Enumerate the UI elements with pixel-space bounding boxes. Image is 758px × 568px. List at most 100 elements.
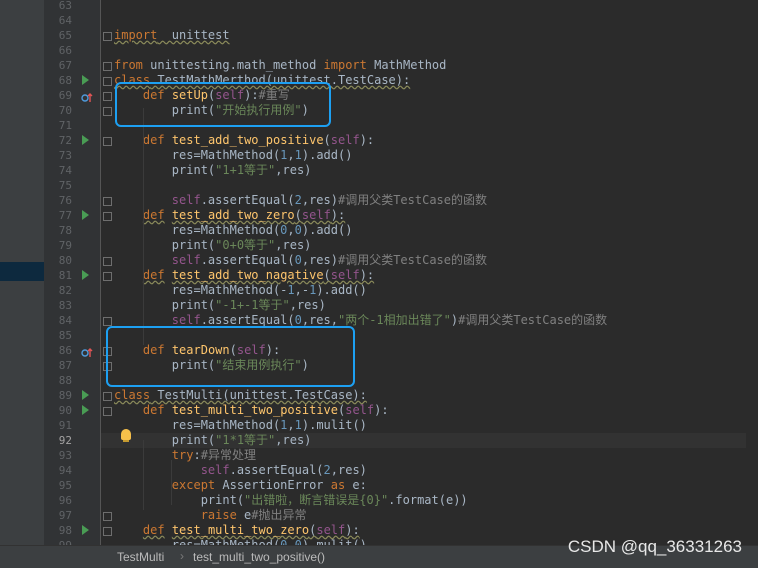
fold-marker-icon[interactable] xyxy=(103,107,112,116)
code-token: try xyxy=(171,448,194,462)
code-token: 0 xyxy=(294,223,302,237)
code-line[interactable]: self.assertEqual(2,res)#调用父类TestCase的函数 xyxy=(114,193,487,208)
code-line[interactable]: import unittest xyxy=(114,28,230,43)
fold-marker-icon[interactable] xyxy=(103,92,112,101)
indent-guide xyxy=(171,460,172,505)
override-method-icon[interactable] xyxy=(81,344,93,357)
run-test-icon[interactable] xyxy=(82,525,89,535)
fold-marker-icon[interactable] xyxy=(103,407,112,416)
code-token: res=MathMethod( xyxy=(114,418,281,432)
code-line[interactable]: def test_add_two_nagative(self): xyxy=(114,268,374,283)
code-token: self xyxy=(171,253,201,267)
fold-marker-icon[interactable] xyxy=(103,62,112,71)
code-token: .assertEqual( xyxy=(200,193,295,207)
code-token: test_add_two_zero xyxy=(171,208,295,222)
fold-marker-icon[interactable] xyxy=(103,512,112,521)
vertical-scrollbar[interactable] xyxy=(746,0,758,545)
code-line[interactable]: except AssertionError as e: xyxy=(114,478,367,493)
line-number: 68 xyxy=(58,74,72,87)
code-line[interactable]: res=MathMethod(-1,-1).add() xyxy=(114,283,367,298)
code-token: : xyxy=(193,448,201,462)
code-token: .assertEqual( xyxy=(200,313,295,327)
lightbulb-icon[interactable] xyxy=(121,429,131,442)
code-token: 1 xyxy=(294,418,302,432)
code-token: TestMulti(unittest.TestCase): xyxy=(150,388,367,402)
breadcrumb-method[interactable]: test_multi_two_positive() xyxy=(193,550,325,564)
code-token: except xyxy=(171,478,216,492)
fold-marker-icon[interactable] xyxy=(103,212,112,221)
code-line[interactable]: self.assertEqual(2,res) xyxy=(114,463,367,478)
line-number: 66 xyxy=(58,44,72,57)
code-line[interactable]: print("出错啦，断言错误是{0}".format(e)) xyxy=(114,493,468,508)
fold-marker-icon[interactable] xyxy=(103,317,112,326)
code-line[interactable]: def test_add_two_zero(self): xyxy=(114,208,345,223)
code-token: self xyxy=(345,403,375,417)
code-token: print( xyxy=(114,238,216,252)
code-token: ): xyxy=(374,403,389,417)
fold-marker-icon[interactable] xyxy=(103,527,112,536)
code-line[interactable]: res=MathMethod(1,1).mulit() xyxy=(114,418,367,433)
line-number: 76 xyxy=(58,194,72,207)
code-line[interactable]: res=MathMethod(1,1).add() xyxy=(114,148,353,163)
line-number: 93 xyxy=(58,449,72,462)
code-token: #调用父类TestCase的函数 xyxy=(337,253,488,267)
selected-tool-item[interactable] xyxy=(0,262,44,281)
code-token: self xyxy=(301,208,331,222)
line-number: 77 xyxy=(58,209,72,222)
code-line[interactable]: def test_add_two_positive(self): xyxy=(114,133,374,148)
line-number: 71 xyxy=(58,119,72,132)
code-line[interactable]: try:#异常处理 xyxy=(114,448,256,463)
override-method-icon[interactable] xyxy=(81,89,93,102)
fold-marker-icon[interactable] xyxy=(103,137,112,146)
breadcrumb-class[interactable]: TestMulti xyxy=(117,550,164,564)
code-token: from xyxy=(114,58,143,72)
code-token: self xyxy=(330,268,360,282)
line-number: 91 xyxy=(58,419,72,432)
code-token: test_multi_two_zero xyxy=(171,523,310,537)
code-token: def xyxy=(142,133,165,147)
code-line[interactable]: def test_multi_two_positive(self): xyxy=(114,403,389,418)
run-test-icon[interactable] xyxy=(82,405,89,415)
code-token: ): xyxy=(345,523,360,537)
run-test-icon[interactable] xyxy=(82,270,89,280)
code-token: .format(e)) xyxy=(388,493,468,507)
code-token: 2 xyxy=(294,193,302,207)
fold-marker-icon[interactable] xyxy=(103,77,112,86)
code-line[interactable]: class TestMulti(unittest.TestCase): xyxy=(114,388,367,403)
code-token: import xyxy=(323,58,367,72)
fold-marker-icon[interactable] xyxy=(103,32,112,41)
run-test-icon[interactable] xyxy=(82,390,89,400)
code-line[interactable]: res=MathMethod(0,0).add() xyxy=(114,223,353,238)
line-number: 88 xyxy=(58,374,72,387)
code-token: .assertEqual( xyxy=(200,253,295,267)
code-token: 2 xyxy=(323,463,331,477)
line-number: 95 xyxy=(58,479,72,492)
code-line[interactable]: from unittesting.math_method import Math… xyxy=(114,58,446,73)
code-token: unittest xyxy=(157,28,230,42)
indent-guide xyxy=(143,108,144,345)
fold-marker-icon[interactable] xyxy=(103,197,112,206)
code-token: ).mulit() xyxy=(301,418,367,432)
code-line[interactable]: def test_multi_two_zero(self): xyxy=(114,523,360,538)
tool-window-strip xyxy=(0,0,44,567)
code-line[interactable]: raise e#抛出异常 xyxy=(114,508,307,523)
run-test-icon[interactable] xyxy=(82,135,89,145)
fold-marker-icon[interactable] xyxy=(103,272,112,281)
code-line[interactable]: print("-1+-1等于",res) xyxy=(114,298,326,313)
run-test-icon[interactable] xyxy=(82,75,89,85)
line-number: 80 xyxy=(58,254,72,267)
code-token: #调用父类TestCase的函数 xyxy=(337,193,488,207)
run-test-icon[interactable] xyxy=(82,210,89,220)
code-line[interactable]: self.assertEqual(0,res)#调用父类TestCase的函数 xyxy=(114,253,487,268)
code-token: print( xyxy=(114,163,216,177)
line-number: 74 xyxy=(58,164,72,177)
line-number: 90 xyxy=(58,404,72,417)
code-token: test_add_two_nagative xyxy=(171,268,324,282)
fold-marker-icon[interactable] xyxy=(103,257,112,266)
fold-marker-icon[interactable] xyxy=(103,392,112,401)
